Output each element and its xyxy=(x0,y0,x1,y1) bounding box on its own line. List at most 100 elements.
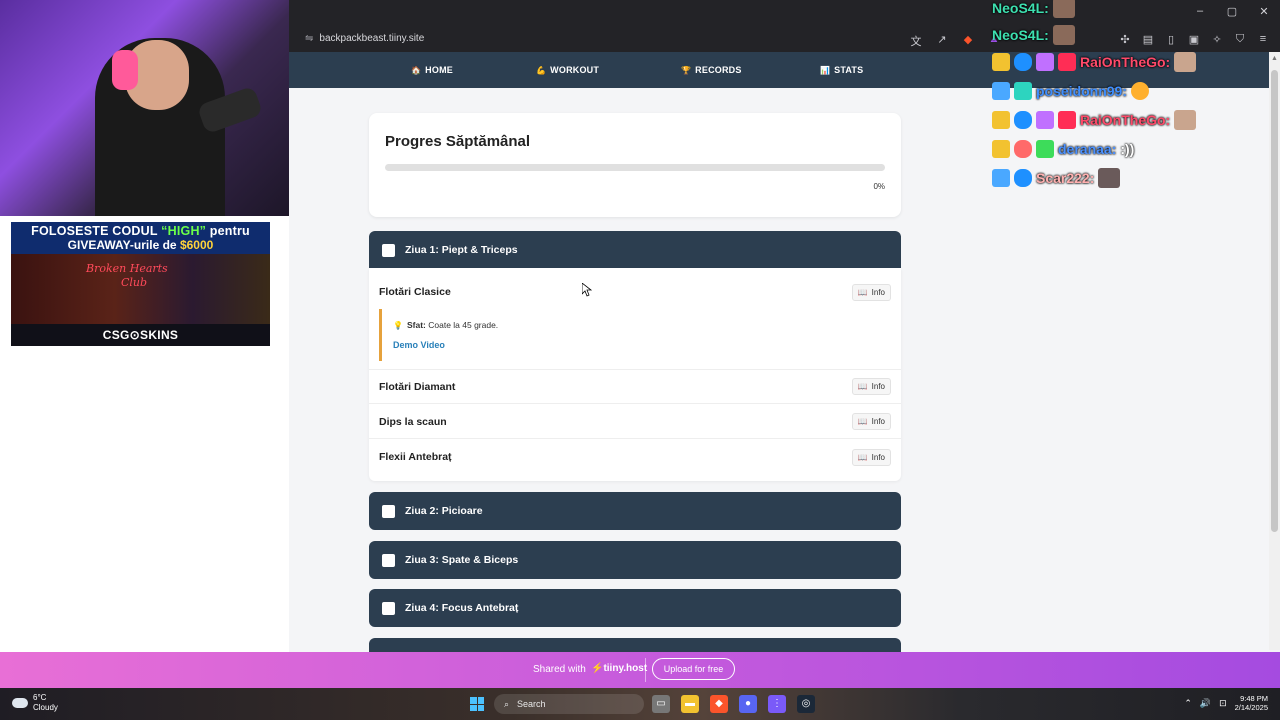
taskbar-search[interactable]: ⌕ Search xyxy=(494,694,644,714)
day-1-exercises: Flotări Clasice 📖 Info 💡 Sfat: Coate la 45… xyxy=(369,268,901,481)
chat-username: deranaa: xyxy=(1058,141,1117,157)
day-1-header[interactable]: Ziua 1: Piept & Triceps xyxy=(369,231,901,269)
ghost-badge-icon xyxy=(1014,53,1032,71)
shield-icon[interactable]: ◆ xyxy=(961,33,975,49)
nav-home[interactable]: 🏠 HOME xyxy=(411,65,453,75)
maximize-icon[interactable]: ▢ xyxy=(1216,5,1248,18)
progress-percent: 0% xyxy=(873,182,885,191)
chat-username: NeoS4L: xyxy=(992,27,1049,43)
emote-icon xyxy=(1052,25,1075,45)
share-icon[interactable]: ↗ xyxy=(935,33,949,49)
apps-icon[interactable]: ⋮ xyxy=(768,695,786,713)
wallet-icon[interactable]: ▣ xyxy=(1187,33,1201,46)
cloud-icon xyxy=(12,698,28,708)
ad-artwork: Broken Hearts Club xyxy=(11,254,270,324)
steam-icon[interactable]: ◎ xyxy=(797,695,815,713)
day-2-checkbox[interactable] xyxy=(382,504,395,518)
chevron-up-icon[interactable]: ⌃ xyxy=(1184,698,1192,709)
gift-badge-icon xyxy=(1036,111,1054,129)
menu-icon[interactable]: ≡ xyxy=(1256,33,1270,46)
day-4-label: Ziua 4: Focus Antebraț xyxy=(405,602,519,614)
gift-badge-icon xyxy=(1036,140,1054,158)
day-1-label: Ziua 1: Piept & Triceps xyxy=(405,244,518,256)
exercise-name: Dips la scaun xyxy=(379,415,447,428)
system-tray: ⌃ 🔊 ⊡ 9:48 PM 2/14/2025 xyxy=(1184,694,1268,712)
browser-toolbar: ⇋ backpackbeast.tiiny.site 文 ↗ ◆ ▲ ✣ ▤ ▯ … xyxy=(289,0,1280,52)
day-4-checkbox[interactable] xyxy=(382,601,395,615)
tiiny-host-logo[interactable]: ⚡tiiny.host xyxy=(591,663,647,674)
volume-icon[interactable]: 🔊 xyxy=(1200,698,1211,709)
weather-widget[interactable]: 6°C Cloudy xyxy=(12,693,58,713)
clock[interactable]: 9:48 PM 2/14/2025 xyxy=(1235,694,1268,712)
sub-badge-icon xyxy=(1058,53,1076,71)
scroll-thumb[interactable] xyxy=(1271,70,1278,532)
nav-stats[interactable]: 📊 STATS xyxy=(820,65,863,75)
day-3-label: Ziua 3: Spate & Biceps xyxy=(405,554,519,566)
file-manager-icon[interactable]: ▭ xyxy=(652,695,670,713)
chat-username: RaiOnTheGo: xyxy=(1080,54,1171,70)
exercise-name: Flotări Clasice xyxy=(379,286,451,298)
sponsor-ad: FOLOSESTE CODUL “HIGH” pentru GIVEAWAY-u… xyxy=(11,222,270,346)
sidebar-icon[interactable]: ▯ xyxy=(1164,33,1178,46)
upload-for-free-button[interactable]: Upload for free xyxy=(652,658,735,680)
day-2-label: Ziua 2: Picioare xyxy=(405,505,483,517)
folder-icon[interactable]: ▬ xyxy=(681,695,699,713)
progress-bar xyxy=(385,164,885,171)
emote-icon xyxy=(1174,110,1197,130)
home-icon: 🏠 xyxy=(411,66,422,75)
kiss-emoji-icon xyxy=(1131,82,1150,100)
exercise-tip: 💡 Sfat: Coate la 45 grade. Demo Video xyxy=(379,309,891,361)
close-icon[interactable]: ✕ xyxy=(1248,5,1280,18)
emote-icon xyxy=(1098,168,1121,188)
chat-message: NeoS4L: xyxy=(992,0,1075,19)
vpn-icon[interactable]: ⛉ xyxy=(1233,33,1247,46)
crown-badge-icon xyxy=(992,53,1010,71)
day-3-checkbox[interactable] xyxy=(382,553,395,567)
chat-message: deranaa: :)) xyxy=(992,138,1134,160)
info-button[interactable]: 📖 Info xyxy=(851,283,891,301)
address-bar[interactable]: ⇋ backpackbeast.tiiny.site xyxy=(305,33,424,44)
site-info-icon[interactable]: ⇋ xyxy=(305,33,313,44)
day-1-checkbox[interactable] xyxy=(382,243,395,257)
network-icon[interactable]: ⊡ xyxy=(1219,698,1227,709)
exercise-row: Dips la scaun 📖 Info xyxy=(369,405,901,439)
search-icon: ⌕ xyxy=(504,698,510,709)
muscle-icon: 💪 xyxy=(536,66,547,75)
day-2-header[interactable]: Ziua 2: Picioare xyxy=(369,492,901,530)
chat-text: :)) xyxy=(1120,141,1135,157)
page-scrollbar[interactable]: ▲ xyxy=(1269,52,1280,650)
day-3-header[interactable]: Ziua 3: Spate & Biceps xyxy=(369,541,901,579)
ghost-badge-icon xyxy=(1014,111,1032,129)
minimize-icon[interactable]: – xyxy=(1184,5,1216,18)
day-4-header[interactable]: Ziua 4: Focus Antebraț xyxy=(369,589,901,627)
start-button-icon[interactable] xyxy=(470,697,484,711)
exercise-row: Flexii Antebraț 📖 Info xyxy=(369,440,901,474)
scroll-up-icon[interactable]: ▲ xyxy=(1271,55,1278,62)
nav-records[interactable]: 🏆 RECORDS xyxy=(681,65,742,75)
chat-message: poseidonn99: xyxy=(992,80,1150,102)
nav-workout[interactable]: 💪 WORKOUT xyxy=(536,65,599,75)
chat-username: poseidonn99: xyxy=(1036,83,1128,99)
tab-search-icon[interactable]: ▤ xyxy=(1141,33,1155,46)
discord-icon[interactable]: ● xyxy=(739,695,757,713)
tiiny-host-banner: Shared with ⚡tiiny.host Upload for free xyxy=(0,652,1280,688)
lightbulb-icon: 💡 xyxy=(393,321,403,330)
brave-icon[interactable]: ◆ xyxy=(710,695,728,713)
info-button[interactable]: 📖 Info xyxy=(851,378,891,395)
day-5-header[interactable] xyxy=(369,638,901,652)
crown-badge-icon xyxy=(992,140,1010,158)
leo-icon[interactable]: ✧ xyxy=(1210,33,1224,46)
windows-taskbar: 6°C Cloudy ⌕ Search ▭ ▬ ◆ ● ⋮ ◎ ⌃ 🔊 ⊡ 9:48… xyxy=(0,688,1280,720)
demo-video-link[interactable]: Demo Video xyxy=(393,340,445,350)
ad-brand: CSG⊙SKINS xyxy=(11,324,270,346)
translate-icon[interactable]: 文 xyxy=(909,33,923,49)
emote-icon xyxy=(1174,52,1197,72)
shared-with-text: Shared with xyxy=(533,664,586,675)
headphones-icon xyxy=(112,50,138,90)
gift-badge-icon xyxy=(1036,53,1054,71)
chat-username: RaiOnTheGo: xyxy=(1080,112,1171,128)
trophy-icon: 🏆 xyxy=(681,66,692,75)
extensions-icon[interactable]: ✣ xyxy=(1118,33,1132,46)
info-button[interactable]: 📖 Info xyxy=(851,413,891,430)
info-button[interactable]: 📖 Info xyxy=(851,448,891,466)
